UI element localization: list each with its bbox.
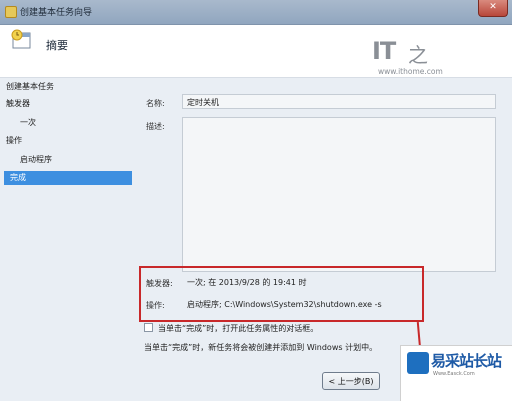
name-field[interactable]: 定时关机 — [182, 94, 496, 109]
step-finish[interactable]: 完成 — [4, 171, 132, 185]
easck-logo-icon — [407, 352, 429, 374]
logo-url: www.ithome.com — [378, 67, 443, 76]
task-wizard-icon — [11, 29, 31, 49]
step-once[interactable]: 一次 — [20, 116, 36, 130]
window-title: 创建基本任务向导 — [20, 8, 93, 18]
step-create-basic-task[interactable]: 创建基本任务 — [6, 80, 54, 94]
name-label: 名称: — [146, 99, 165, 108]
page-title: 摘要 — [46, 39, 68, 52]
task-scheduler-icon — [5, 6, 17, 18]
watermark: 易采站长站 Www.Easck.Com — [400, 345, 512, 401]
ithome-logo: IT 之 www.ithome.com — [372, 37, 472, 83]
watermark-text: 易采站长站 — [431, 352, 502, 370]
open-properties-checkbox[interactable] — [144, 323, 153, 332]
watermark-sub: Www.Easck.Com — [433, 371, 475, 377]
step-trigger[interactable]: 触发器 — [6, 97, 30, 111]
highlight-box — [139, 266, 424, 322]
wizard-header: 摘要 IT 之 www.ithome.com — [0, 25, 512, 78]
back-button[interactable]: < 上一步(B) — [322, 372, 380, 390]
open-properties-label: 当单击“完成”时，打开此任务属性的对话框。 — [158, 324, 319, 333]
logo-symbol: 之 — [408, 43, 428, 67]
description-label: 描述: — [146, 122, 165, 131]
description-field[interactable] — [182, 117, 496, 272]
title-bar: 创建基本任务向导 ✕ — [0, 0, 512, 25]
wizard-steps: 创建基本任务 触发器 一次 操作 启动程序 完成 — [0, 78, 140, 400]
finish-note: 当单击“完成”时，新任务将会被创建并添加到 Windows 计划中。 — [144, 343, 378, 352]
step-action[interactable]: 操作 — [6, 134, 22, 148]
close-button[interactable]: ✕ — [478, 0, 508, 17]
step-start-program[interactable]: 启动程序 — [20, 153, 52, 167]
logo-brand: IT — [372, 37, 396, 65]
